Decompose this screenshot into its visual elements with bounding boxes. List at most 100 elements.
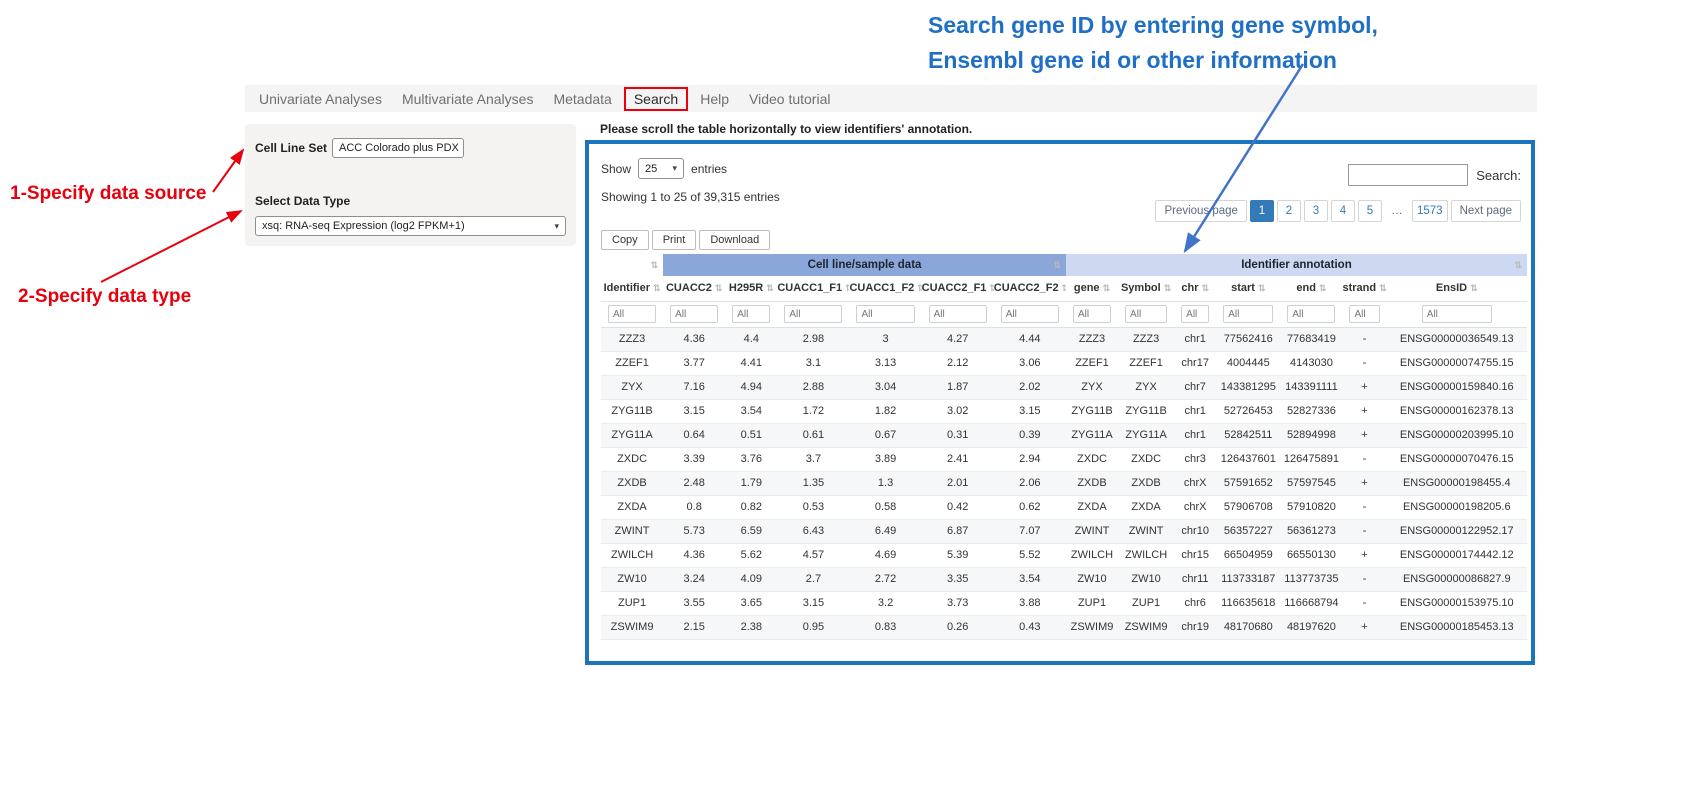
table-row-zxda[interactable]: ZXDA0.80.820.530.580.420.62ZXDAZXDAchrX5…: [601, 495, 1527, 519]
cell-gene: ZXDC: [1066, 447, 1118, 471]
group-header-annotation[interactable]: Identifier annotation ⇅: [1066, 254, 1527, 276]
page-number-1573[interactable]: 1573: [1412, 200, 1448, 222]
cell-cuacc2_f2: 2.94: [994, 447, 1066, 471]
filter-input-ensid[interactable]: [1422, 305, 1492, 323]
column-header-cuacc2_f1[interactable]: CUACC2_F1⇅: [922, 276, 994, 301]
cell-cuacc1_f1: 2.88: [777, 375, 849, 399]
column-header-h295r[interactable]: H295R⇅: [725, 276, 777, 301]
cell-line-set-select[interactable]: ACC Colorado plus PDX ▾: [332, 138, 464, 158]
cell-ensid: ENSG00000174442.12: [1387, 543, 1527, 567]
column-header-gene[interactable]: gene⇅: [1066, 276, 1118, 301]
table-row-zw10[interactable]: ZW103.244.092.72.723.353.54ZW10ZW10chr11…: [601, 567, 1527, 591]
nav-item-metadata[interactable]: Metadata: [543, 91, 621, 107]
cell-cuacc2_f1: 3.02: [922, 399, 994, 423]
group-label: Identifier annotation: [1241, 259, 1352, 271]
column-header-cuacc2_f2[interactable]: CUACC2_F2⇅: [994, 276, 1066, 301]
cell-ensid: ENSG00000036549.13: [1387, 327, 1527, 351]
group-header-samples[interactable]: Cell line/sample data ⇅: [663, 254, 1066, 276]
search-input[interactable]: [1348, 164, 1468, 186]
nav-item-video-tutorial[interactable]: Video tutorial: [739, 91, 840, 107]
cell-strand: -: [1342, 567, 1386, 591]
filter-input-strand[interactable]: [1349, 305, 1379, 323]
table-row-zzz3[interactable]: ZZZ34.364.42.9834.274.44ZZZ3ZZZ3chr17756…: [601, 327, 1527, 351]
nav-item-search[interactable]: Search: [624, 87, 688, 111]
column-header-end[interactable]: end⇅: [1280, 276, 1342, 301]
filter-input-chr[interactable]: [1181, 305, 1209, 323]
table-row-zxdc[interactable]: ZXDC3.393.763.73.892.412.94ZXDCZXDCchr31…: [601, 447, 1527, 471]
table-row-zup1[interactable]: ZUP13.553.653.153.23.733.88ZUP1ZUP1chr61…: [601, 591, 1527, 615]
table-row-zyg11b[interactable]: ZYG11B3.153.541.721.823.023.15ZYG11BZYG1…: [601, 399, 1527, 423]
filter-input-cuacc1_f2[interactable]: [856, 305, 914, 323]
filter-input-h295r[interactable]: [732, 305, 770, 323]
blue-note-line1: Search gene ID by entering gene symbol,: [928, 8, 1378, 43]
filter-input-gene[interactable]: [1073, 305, 1111, 323]
cell-gene: ZUP1: [1066, 591, 1118, 615]
column-header-start[interactable]: start⇅: [1216, 276, 1280, 301]
column-header-cuacc1_f2[interactable]: CUACC1_F2⇅: [849, 276, 921, 301]
sort-icon: ⇅: [715, 283, 723, 293]
cell-strand: -: [1342, 591, 1386, 615]
cell-identifier: ZXDC: [601, 447, 663, 471]
column-header-symbol[interactable]: Symbol⇅: [1118, 276, 1174, 301]
filter-input-end[interactable]: [1287, 305, 1335, 323]
filter-input-cuacc2_f1[interactable]: [929, 305, 987, 323]
table-row-zwilch[interactable]: ZWILCH4.365.624.574.695.395.52ZWILCHZWIL…: [601, 543, 1527, 567]
download-button[interactable]: Download: [699, 230, 770, 250]
data-type-select[interactable]: xsq: RNA-seq Expression (log2 FPKM+1) ▾: [255, 216, 566, 236]
cell-symbol: ZUP1: [1118, 591, 1174, 615]
sort-icon: ⇅: [1103, 283, 1111, 293]
cell-chr: chr1: [1174, 399, 1216, 423]
chevron-down-icon: ▾: [554, 221, 559, 232]
scroll-hint-text: Please scroll the table horizontally to …: [600, 122, 972, 136]
cell-strand: -: [1342, 351, 1386, 375]
cell-cuacc2_f1: 3.35: [922, 567, 994, 591]
filter-input-cuacc1_f1[interactable]: [784, 305, 842, 323]
cell-end: 116668794: [1280, 591, 1342, 615]
filter-input-cuacc2_f2[interactable]: [1001, 305, 1059, 323]
cell-chr: chr3: [1174, 447, 1216, 471]
table-row-zyx[interactable]: ZYX7.164.942.883.041.872.02ZYXZYXchr7143…: [601, 375, 1527, 399]
page-number-1[interactable]: 1: [1250, 200, 1274, 222]
filter-input-identifier[interactable]: [608, 305, 656, 323]
filter-input-start[interactable]: [1223, 305, 1273, 323]
column-header-ensid[interactable]: EnsID⇅: [1387, 276, 1527, 301]
column-header-cuacc1_f1[interactable]: CUACC1_F1⇅: [777, 276, 849, 301]
column-header-row: Identifier⇅CUACC2⇅H295R⇅CUACC1_F1⇅CUACC1…: [601, 276, 1527, 301]
identifier-group-cell[interactable]: ⇅: [601, 254, 663, 276]
table-row-zwint[interactable]: ZWINT5.736.596.436.496.877.07ZWINTZWINTc…: [601, 519, 1527, 543]
filter-cell-cuacc2_f2: [994, 301, 1066, 327]
page-length-select[interactable]: 25 ▾: [638, 158, 684, 179]
column-header-chr[interactable]: chr⇅: [1174, 276, 1216, 301]
gene-data-table: ⇅ Cell line/sample data ⇅ Identifier ann…: [601, 254, 1527, 640]
sort-icon: ⇅: [1514, 260, 1522, 271]
print-button[interactable]: Print: [652, 230, 697, 250]
filter-input-symbol[interactable]: [1125, 305, 1167, 323]
cell-cuacc2_f1: 0.26: [922, 615, 994, 639]
nav-item-help[interactable]: Help: [690, 91, 739, 107]
page-number-3[interactable]: 3: [1304, 200, 1328, 222]
sort-icon: ⇅: [1062, 283, 1066, 293]
page-number-5[interactable]: 5: [1358, 200, 1382, 222]
data-type-value: xsq: RNA-seq Expression (log2 FPKM+1): [262, 220, 465, 232]
next-page-button[interactable]: Next page: [1451, 200, 1521, 222]
previous-page-button[interactable]: Previous page: [1155, 200, 1247, 222]
page-number-4[interactable]: 4: [1331, 200, 1355, 222]
table-row-zyg11a[interactable]: ZYG11A0.640.510.610.670.310.39ZYG11AZYG1…: [601, 423, 1527, 447]
table-row-zswim9[interactable]: ZSWIM92.152.380.950.830.260.43ZSWIM9ZSWI…: [601, 615, 1527, 639]
cell-start: 116635618: [1216, 591, 1280, 615]
filter-input-cuacc2[interactable]: [670, 305, 718, 323]
column-header-strand[interactable]: strand⇅: [1342, 276, 1386, 301]
page-number-2[interactable]: 2: [1277, 200, 1301, 222]
nav-item-univariate-analyses[interactable]: Univariate Analyses: [249, 91, 392, 107]
column-header-identifier[interactable]: Identifier⇅: [601, 276, 663, 301]
nav-item-multivariate-analyses[interactable]: Multivariate Analyses: [392, 91, 544, 107]
cell-h295r: 4.41: [725, 351, 777, 375]
cell-ensid: ENSG00000074755.15: [1387, 351, 1527, 375]
cell-cuacc2: 2.15: [663, 615, 725, 639]
copy-button[interactable]: Copy: [601, 230, 649, 250]
column-label: Symbol: [1121, 282, 1161, 294]
table-row-zxdb[interactable]: ZXDB2.481.791.351.32.012.06ZXDBZXDBchrX5…: [601, 471, 1527, 495]
cell-cuacc2: 4.36: [663, 543, 725, 567]
table-row-zzef1[interactable]: ZZEF13.774.413.13.132.123.06ZZEF1ZZEF1ch…: [601, 351, 1527, 375]
column-header-cuacc2[interactable]: CUACC2⇅: [663, 276, 725, 301]
